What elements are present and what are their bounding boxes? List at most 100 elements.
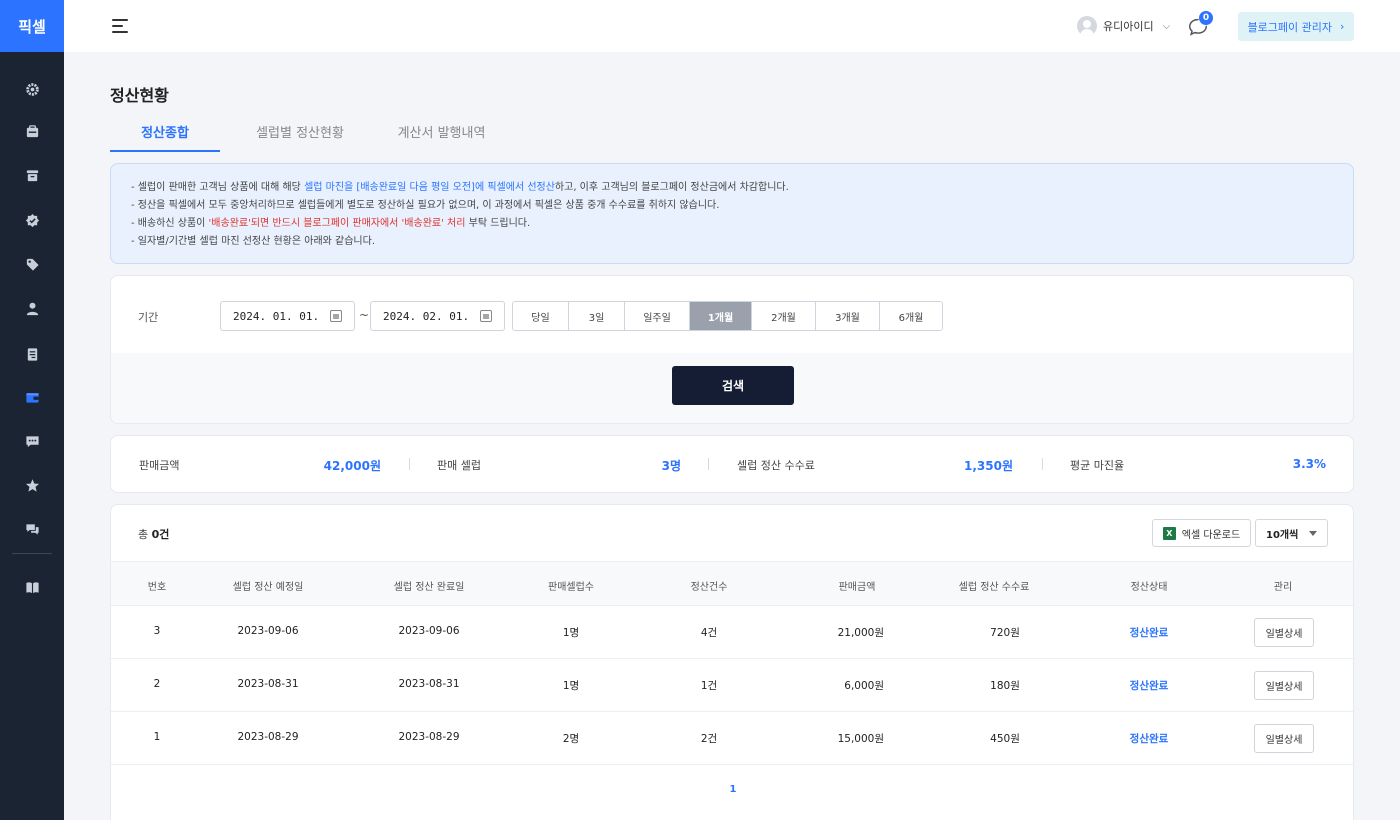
column-header: 셀럽 정산 예정일: [232, 582, 304, 593]
page-size-select[interactable]: 10개씩: [1255, 519, 1328, 547]
table-row: 1 2023-08-29 2023-08-29 2명 2건 15,000원 45…: [111, 712, 1353, 765]
table-header: 번호 셀럽 정산 예정일 셀럽 정산 완료일 판매셀럽수 정산건수 판매금액 셀…: [111, 561, 1353, 606]
daily-detail-button[interactable]: 일별상세: [1254, 724, 1314, 753]
cell-settlement-count: 4건: [700, 627, 718, 639]
star-icon[interactable]: [0, 467, 64, 503]
notice-text: - 배송하신 상품이: [131, 218, 209, 229]
period-3days-button[interactable]: 3일: [569, 302, 625, 330]
cell-sales-amount: 21,000원: [837, 627, 884, 639]
notice-line: - 일자별/기간별 셀럽 마진 선정산 현황은 아래와 같습니다.: [131, 236, 376, 247]
excel-download-label: 엑셀 다운로드: [1181, 529, 1241, 541]
user-menu[interactable]: 유디아이디 ⌵: [1077, 14, 1170, 38]
book-icon[interactable]: [0, 569, 64, 605]
sales-amount-label: 판매금액: [139, 459, 180, 472]
cell-sales-amount: 6,000원: [844, 680, 884, 692]
sales-amount-value: 42,000원: [323, 459, 381, 473]
sales-celeb-value: 3명: [661, 459, 681, 473]
menu-toggle-icon[interactable]: [112, 18, 130, 34]
period-3month-button[interactable]: 3개월: [816, 302, 880, 330]
notice-line: - 정산을 픽셀에서 모두 중앙처리하므로 셀럽들에게 별도로 정산하실 필요가…: [131, 200, 720, 211]
excel-download-button[interactable]: X 엑셀 다운로드: [1152, 519, 1251, 547]
calendar-icon[interactable]: [480, 310, 492, 322]
summary-divider: [708, 458, 709, 470]
sidebar: 픽셀: [0, 0, 64, 820]
daily-detail-button[interactable]: 일별상세: [1254, 618, 1314, 647]
avg-margin-label: 평균 마진율: [1070, 459, 1125, 472]
column-header: 관리: [1273, 582, 1293, 593]
cell-celeb-count: 2명: [562, 733, 580, 745]
cell-celeb-count: 1명: [562, 680, 580, 692]
column-header: 셀럽 정산 완료일: [393, 582, 465, 593]
period-label: 기간: [138, 311, 159, 324]
blogpay-admin-button[interactable]: 블로그페이 관리자 ›: [1238, 12, 1354, 41]
end-date-value: 2024. 02. 01.: [383, 309, 470, 323]
store-icon[interactable]: [0, 113, 64, 149]
tab-invoice-history[interactable]: 계산서 발행내역: [380, 116, 503, 152]
end-date-input[interactable]: 2024. 02. 01.: [370, 301, 505, 331]
period-6month-button[interactable]: 6개월: [880, 302, 942, 330]
notice-warning: '배송완료'되면 반드시 블로그페이 판매자에서 '배송완료' 처리: [208, 218, 466, 229]
admin-button-label: 블로그페이 관리자: [1247, 20, 1333, 34]
page-size-value: 10개씩: [1266, 529, 1299, 541]
wallet-icon[interactable]: [0, 379, 64, 415]
archive-icon[interactable]: [0, 157, 64, 193]
verified-badge-icon[interactable]: [0, 202, 64, 238]
chat-count-badge: 0: [1199, 11, 1213, 25]
excel-icon: X: [1162, 526, 1176, 540]
search-button[interactable]: 검색: [672, 366, 794, 405]
caret-down-icon: [1309, 530, 1317, 536]
page-title: 정산현황: [110, 86, 169, 105]
calendar-icon[interactable]: [330, 310, 342, 322]
cell-scheduled-date: 2023-08-29: [237, 731, 299, 743]
summary-divider: [409, 458, 410, 470]
table-row: 3 2023-09-06 2023-09-06 1명 4건 21,000원 72…: [111, 606, 1353, 659]
filter-row: 기간 2024. 01. 01. ~ 2024. 02. 01. 당일 3일 일…: [111, 276, 1353, 353]
cell-celeb-fee: 450원: [990, 733, 1020, 745]
tab-settlement-summary[interactable]: 정산종합: [110, 116, 220, 152]
sales-celeb-label: 판매 셀럽: [437, 459, 481, 472]
column-header: 정산건수: [690, 582, 728, 593]
app-logo[interactable]: 픽셀: [0, 0, 64, 52]
celeb-fee-label: 셀럽 정산 수수료: [737, 459, 815, 472]
period-1month-button[interactable]: 1개월: [690, 302, 752, 330]
tag-icon[interactable]: [0, 246, 64, 282]
cell-settlement-count: 1건: [700, 680, 718, 692]
period-today-button[interactable]: 당일: [513, 302, 569, 330]
pagination-page-1[interactable]: 1: [730, 784, 737, 795]
period-week-button[interactable]: 일주일: [625, 302, 690, 330]
celeb-fee-value: 1,350원: [964, 459, 1013, 473]
settings-icon[interactable]: [0, 71, 64, 107]
total-label: 총: [138, 528, 152, 541]
avg-margin-value: 3.3%: [1292, 457, 1326, 471]
summary-divider: [1042, 458, 1043, 470]
chevron-right-icon: ›: [1340, 20, 1345, 33]
column-header: 셀럽 정산 수수료: [958, 582, 1030, 593]
daily-detail-button[interactable]: 일별상세: [1254, 671, 1314, 700]
column-header: 판매금액: [838, 582, 876, 593]
total-count: 총 0건: [138, 526, 169, 542]
column-header: 번호: [147, 582, 167, 593]
cell-settlement-count: 2건: [700, 733, 718, 745]
date-range-separator: ~: [359, 308, 370, 322]
period-2month-button[interactable]: 2개월: [752, 302, 816, 330]
receipt-icon[interactable]: [0, 336, 64, 372]
column-header: 판매셀럽수: [548, 582, 594, 593]
message-icon[interactable]: [0, 423, 64, 459]
status-badge: 정산완료: [1129, 627, 1169, 639]
cell-no: 1: [153, 731, 161, 743]
table-row: 2 2023-08-31 2023-08-31 1명 1건 6,000원 180…: [111, 659, 1353, 712]
notice-text: 하고, 이후 고객님의 블로그페이 정산금에서 차감합니다.: [554, 182, 789, 193]
notice-line: - 셀럽이 판매한 고객님 상품에 대해 해당 셀럽 마진을 [배송완료일 다음…: [131, 179, 1333, 197]
cell-no: 3: [153, 625, 161, 637]
tab-celeb-settlement[interactable]: 셀럽별 정산현황: [235, 116, 365, 152]
chat-bubbles-icon[interactable]: [0, 511, 64, 547]
user-icon[interactable]: [0, 290, 64, 326]
notice-line: - 배송하신 상품이 '배송완료'되면 반드시 블로그페이 판매자에서 '배송완…: [131, 215, 1333, 233]
start-date-input[interactable]: 2024. 01. 01.: [220, 301, 355, 331]
cell-scheduled-date: 2023-08-31: [237, 678, 299, 690]
notice-box: - 셀럽이 판매한 고객님 상품에 대해 해당 셀럽 마진을 [배송완료일 다음…: [110, 163, 1354, 264]
chat-button[interactable]: 0: [1187, 11, 1213, 38]
settlement-table-panel: 총 0건 X 엑셀 다운로드 10개씩 번호 셀럽 정산 예정일 셀럽 정산 완…: [110, 504, 1354, 820]
notice-highlight: 셀럽 마진을 [배송완료일 다음 평일 오전]에 픽셀에서 선정산: [304, 182, 555, 193]
cell-celeb-count: 1명: [562, 627, 580, 639]
